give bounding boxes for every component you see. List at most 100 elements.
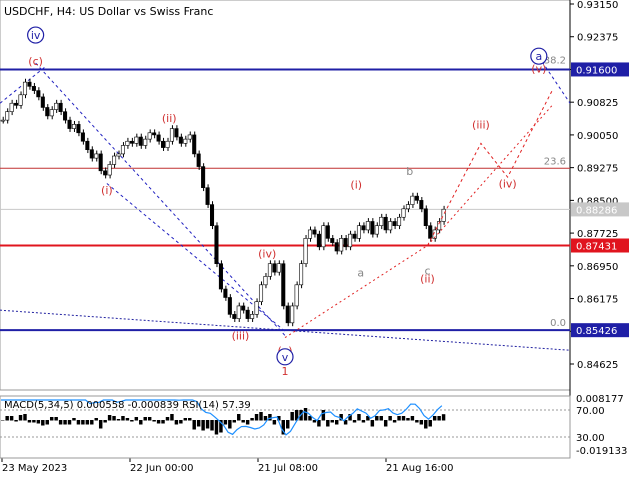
- macd-bar: [237, 414, 241, 421]
- candle: [267, 263, 272, 277]
- macd-bar: [428, 420, 432, 427]
- macd-bar: [152, 420, 156, 422]
- candle: [63, 111, 68, 121]
- time-tick-label: 23 May 2023: [2, 463, 67, 474]
- time-axis: 23 May 2023 22 Jun 00:00 21 Jul 08:00 21 Au…: [1, 458, 453, 474]
- candle: [201, 166, 206, 188]
- macd-bar: [14, 420, 18, 422]
- candle: [112, 155, 117, 165]
- candle: [0, 119, 5, 122]
- wave-label: (v): [531, 62, 546, 75]
- macd-bar: [388, 416, 392, 421]
- candle: [290, 305, 295, 324]
- candle: [361, 225, 366, 231]
- macd-bar: [379, 416, 383, 421]
- price-tick-label: 0.87725: [577, 229, 618, 240]
- candle: [414, 195, 419, 201]
- macd-bar: [228, 420, 232, 429]
- macd-bar: [286, 420, 290, 429]
- macd-bar: [326, 420, 330, 427]
- macd-bar: [214, 420, 219, 435]
- candle: [245, 309, 250, 319]
- candle: [276, 263, 281, 273]
- candle: [5, 111, 10, 121]
- macd-bar: [312, 420, 317, 423]
- wave-label: (iv): [258, 247, 276, 260]
- candle: [67, 119, 72, 129]
- candle: [379, 216, 384, 227]
- time-tick-label: 21 Aug 16:00: [386, 463, 453, 474]
- candle: [232, 314, 237, 319]
- macd-bar: [130, 420, 134, 422]
- candle: [374, 225, 379, 235]
- macd-bar: [116, 419, 121, 421]
- candle: [187, 134, 192, 140]
- candle: [214, 225, 219, 265]
- macd-bar: [317, 420, 321, 427]
- wave-label: (i): [350, 179, 362, 192]
- candle: [339, 238, 344, 252]
- macd-bar: [201, 420, 205, 431]
- macd-bar: [330, 420, 334, 423]
- candle: [441, 208, 446, 222]
- candle: [40, 96, 45, 108]
- candle: [405, 204, 410, 210]
- macd-bar: [36, 420, 41, 424]
- candle: [76, 124, 81, 134]
- candle: [138, 136, 143, 146]
- candle: [388, 221, 393, 231]
- candle: [116, 153, 121, 157]
- candle: [312, 229, 317, 235]
- candle: [428, 225, 433, 239]
- macd-bar: [357, 414, 361, 421]
- macd-bar: [241, 420, 245, 423]
- candle: [303, 238, 308, 265]
- macd-bar: [179, 420, 183, 424]
- candle: [294, 284, 299, 307]
- price-tick-label: 0.90050: [577, 131, 618, 142]
- candle: [22, 81, 28, 96]
- candle: [94, 153, 99, 159]
- candle: [183, 138, 188, 144]
- candle: [352, 233, 357, 239]
- macd-bar: [170, 414, 174, 421]
- wave-label: 1: [282, 365, 289, 378]
- candle: [98, 153, 103, 172]
- candle: [9, 102, 14, 112]
- macd-bar: [192, 420, 196, 430]
- candle: [147, 132, 152, 140]
- macd-bar: [174, 420, 179, 425]
- candle: [31, 86, 36, 91]
- macd-bar: [156, 420, 161, 424]
- macd-bar: [401, 416, 406, 421]
- candle: [58, 102, 63, 112]
- macd-bar: [58, 420, 63, 425]
- macd-bar: [424, 420, 428, 429]
- candle: [348, 233, 353, 248]
- wave-label: a: [357, 266, 364, 279]
- macd-bar: [352, 420, 357, 423]
- wave-label: (iv): [499, 178, 517, 191]
- candle: [205, 187, 210, 205]
- candle: [89, 149, 94, 159]
- macd-bar: [94, 418, 98, 421]
- price-label-lower-level: 0.85426: [576, 326, 617, 337]
- time-tick-label: 21 Jul 08:00: [258, 463, 318, 474]
- channel-line-upper: [35, 62, 286, 336]
- candle: [316, 233, 321, 248]
- price-tick-label: 0.93150: [577, 0, 618, 11]
- macd-bar: [441, 414, 446, 421]
- macd-bar: [375, 416, 379, 421]
- time-tick-label: 22 Jun 00:00: [130, 463, 194, 474]
- macd-bar: [188, 418, 192, 421]
- candle: [143, 138, 148, 146]
- price-tick-label: 0.86950: [577, 262, 618, 273]
- candle: [250, 314, 255, 319]
- macd-bar: [32, 420, 36, 423]
- wave-label: (c): [28, 55, 43, 68]
- candle: [272, 263, 277, 273]
- candle: [227, 297, 232, 315]
- price-tick-label: 0.84625: [577, 360, 618, 371]
- wave-label: (iii): [232, 330, 250, 343]
- plot-frame: [0, 0, 571, 391]
